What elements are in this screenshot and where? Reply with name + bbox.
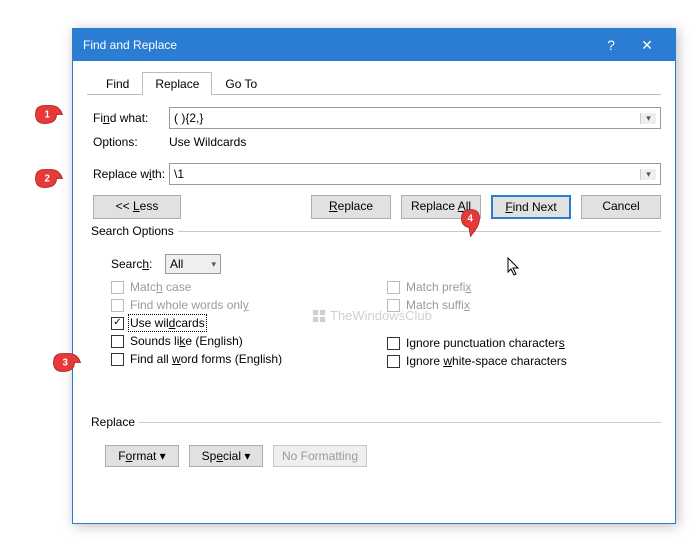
search-label: Search:	[111, 257, 165, 271]
checkbox-icon	[387, 281, 400, 294]
match-case-checkbox: Match case	[111, 280, 387, 294]
sounds-like-checkbox[interactable]: Sounds like (English)	[111, 334, 387, 348]
replace-with-input[interactable]: \1 ▾	[169, 163, 661, 185]
match-prefix-checkbox: Match prefix	[387, 280, 661, 294]
special-button[interactable]: Special ▾	[189, 445, 263, 467]
checkbox-icon[interactable]	[387, 355, 400, 368]
dialog-title: Find and Replace	[83, 38, 593, 52]
replace-all-button[interactable]: Replace All	[401, 195, 481, 219]
tab-replace[interactable]: Replace	[142, 72, 212, 95]
svg-text:1: 1	[45, 110, 51, 121]
options-label: Options:	[93, 135, 169, 149]
checkbox-icon[interactable]	[111, 353, 124, 366]
callout-1: 1	[34, 104, 64, 130]
whole-words-checkbox: Find whole words only	[111, 298, 387, 312]
checkbox-icon	[387, 299, 400, 312]
ignore-ws-checkbox[interactable]: Ignore white-space characters	[387, 354, 661, 368]
close-icon[interactable]: ✕	[629, 37, 665, 54]
titlebar: Find and Replace ? ✕	[73, 29, 675, 61]
find-what-input[interactable]: ( ){2,} ▾	[169, 107, 661, 129]
checkbox-icon[interactable]	[387, 337, 400, 350]
use-wildcards-checkbox[interactable]: Use wildcards	[111, 316, 387, 330]
tab-find[interactable]: Find	[93, 72, 142, 95]
ignore-punct-checkbox[interactable]: Ignore punctuation characters	[387, 336, 661, 350]
svg-text:2: 2	[45, 174, 51, 185]
find-what-label: Find what:	[93, 111, 169, 125]
checkbox-icon	[111, 299, 124, 312]
chevron-down-icon: ▾	[211, 259, 216, 270]
chevron-down-icon[interactable]: ▾	[640, 169, 656, 180]
less-button[interactable]: << Less	[93, 195, 181, 219]
options-value: Use Wildcards	[169, 135, 246, 149]
match-suffix-checkbox: Match suffix	[387, 298, 661, 312]
callout-2: 2	[34, 168, 64, 194]
tabs: Find Replace Go To	[87, 71, 661, 95]
checkbox-icon[interactable]	[111, 335, 124, 348]
checkbox-icon	[111, 281, 124, 294]
search-direction-select[interactable]: All ▾	[165, 254, 221, 274]
search-options-label: Search Options	[87, 224, 178, 238]
tab-goto[interactable]: Go To	[212, 72, 270, 95]
svg-text:3: 3	[63, 358, 69, 369]
help-icon[interactable]: ?	[593, 37, 629, 53]
replace-button[interactable]: Replace	[311, 195, 391, 219]
replace-group-label: Replace	[87, 415, 139, 429]
replace-with-label: Replace with:	[93, 167, 169, 181]
cancel-button[interactable]: Cancel	[581, 195, 661, 219]
format-button[interactable]: Format ▾	[105, 445, 179, 467]
word-forms-checkbox[interactable]: Find all word forms (English)	[111, 352, 387, 366]
find-replace-dialog: Find and Replace ? ✕ Find Replace Go To …	[72, 28, 676, 524]
checkbox-icon[interactable]	[111, 317, 124, 330]
chevron-down-icon[interactable]: ▾	[640, 113, 656, 124]
no-formatting-button: No Formatting	[273, 445, 367, 467]
find-next-button[interactable]: Find Next	[491, 195, 571, 219]
